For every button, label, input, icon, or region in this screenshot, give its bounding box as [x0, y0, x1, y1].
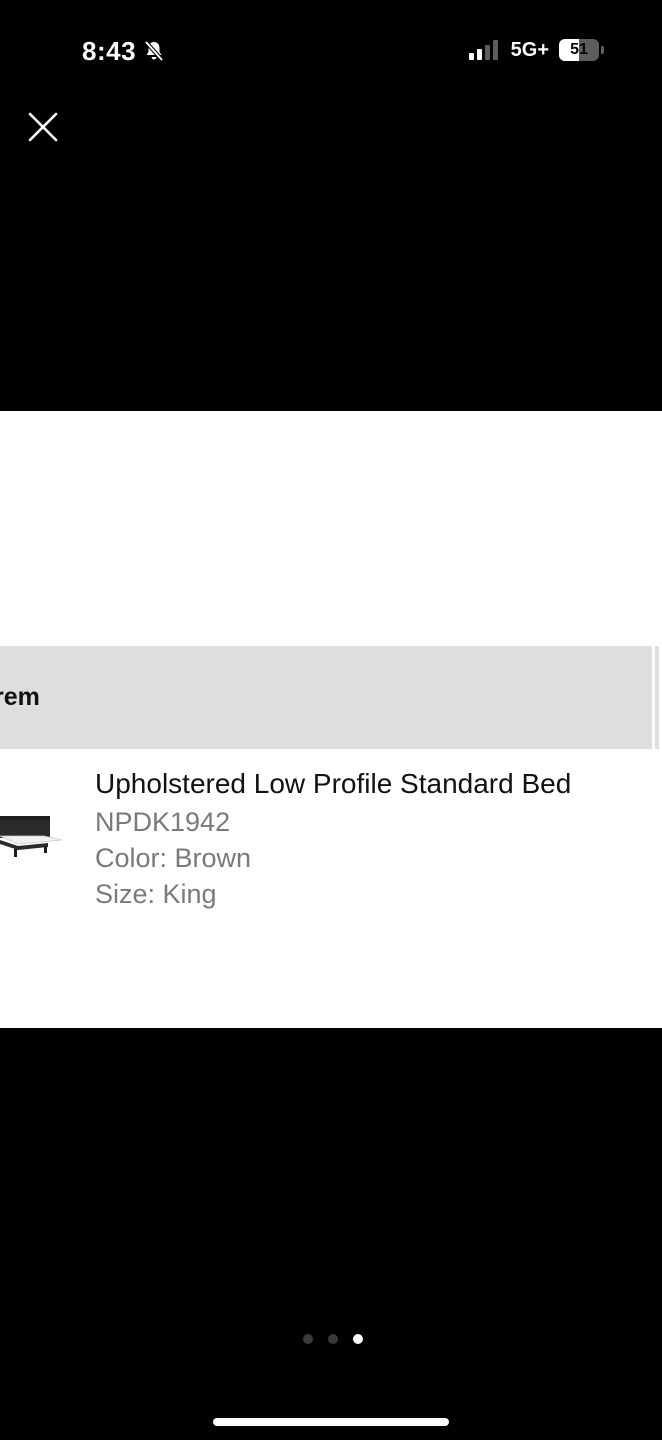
order-header-band: rem [0, 646, 652, 749]
bed-image [0, 816, 63, 857]
close-button[interactable] [22, 106, 64, 148]
battery-cap [601, 46, 604, 54]
page-indicator[interactable] [0, 1331, 662, 1347]
image-viewer-panel[interactable]: rem Upholstered Low Profile Standard Bed… [0, 411, 662, 1028]
signal-bar [468, 53, 474, 60]
status-right-group: 5G+ 51 [468, 36, 604, 64]
cellular-signal-icon [468, 40, 501, 60]
product-sku: NPDK1942 [95, 807, 231, 837]
page-dot[interactable] [328, 1334, 338, 1344]
close-icon [28, 112, 58, 142]
order-header-label: rem [0, 683, 40, 711]
product-size: Size: King [95, 879, 217, 909]
product-color: Color: Brown [95, 843, 252, 873]
page-dot[interactable] [353, 1334, 363, 1344]
page-dot[interactable] [303, 1334, 313, 1344]
home-indicator[interactable] [213, 1418, 449, 1426]
network-type: 5G+ [510, 38, 549, 61]
battery-level: 51 [570, 41, 588, 58]
product-info: Upholstered Low Profile Standard Bed NPD… [95, 764, 655, 912]
signal-bar [484, 45, 490, 60]
header-edge [655, 646, 659, 749]
signal-bar [476, 49, 482, 60]
product-thumbnail [0, 806, 64, 866]
status-time: 8:43 [82, 35, 137, 66]
signal-bar [492, 40, 498, 60]
product-name: Upholstered Low Profile Standard Bed [95, 768, 572, 799]
time-group: 8:43 [82, 34, 166, 68]
bell-slash-icon [142, 39, 166, 63]
battery-icon: 51 [559, 39, 599, 61]
status-bar: 8:43 5G+ 51 [0, 0, 662, 100]
